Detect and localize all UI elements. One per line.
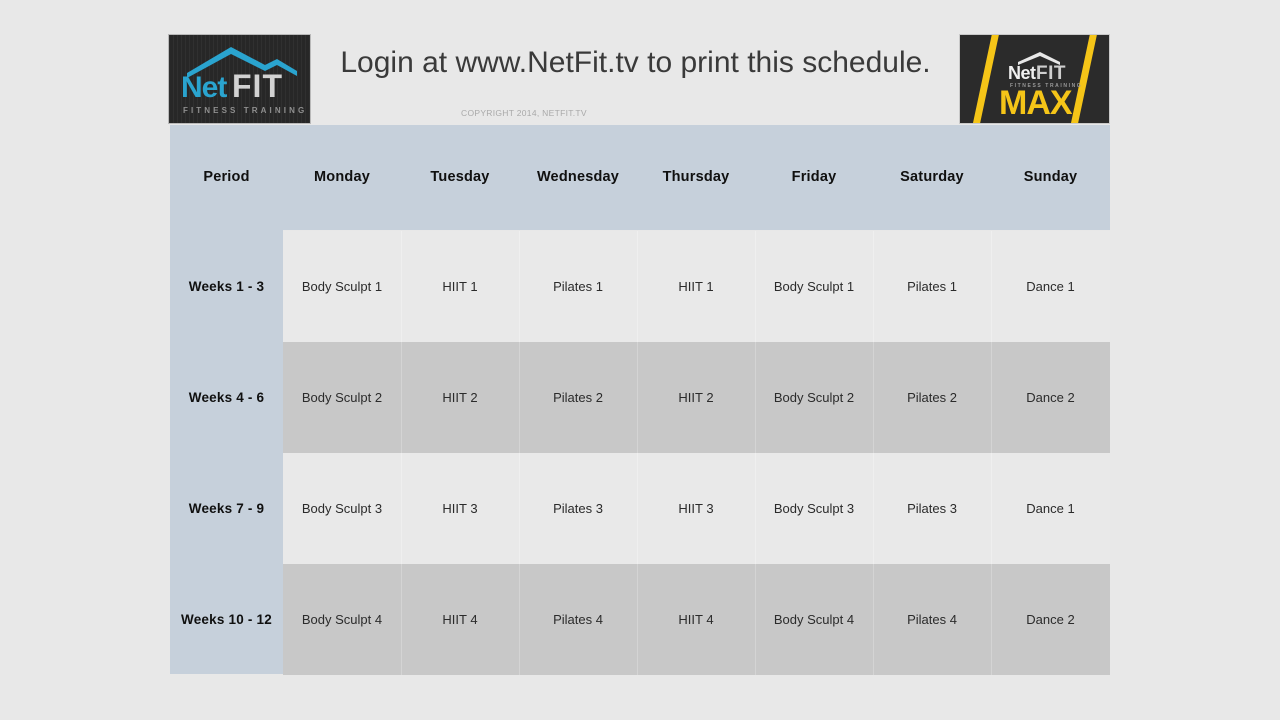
column-header-thursday: Thursday [662, 169, 730, 185]
headline-area: Login at www.NetFit.tv to print this sch… [313, 34, 958, 124]
page-title: Login at www.NetFit.tv to print this sch… [340, 46, 931, 79]
schedule-cell: HIIT 2 [678, 390, 714, 405]
schedule-cell: Body Sculpt 3 [301, 501, 383, 516]
svg-text:MAX: MAX [999, 84, 1073, 122]
column-header-friday: Friday [791, 169, 837, 185]
column-header-saturday: Saturday [900, 169, 964, 185]
schedule-cell: Body Sculpt 4 [301, 612, 383, 627]
column-header-monday: Monday [314, 169, 370, 185]
schedule-cell: HIIT 1 [442, 279, 478, 294]
schedule-cell: Body Sculpt 1 [773, 279, 855, 294]
schedule-cell: Pilates 2 [907, 390, 957, 405]
column-header-sunday: Sunday [1023, 169, 1078, 185]
schedule-cell: Body Sculpt 2 [301, 390, 383, 405]
netfit-logo-graphic: Net FIT FITNESS TRAINING [181, 47, 307, 115]
workout-schedule-table: Period Monday Tuesday Wednesday Thursday… [170, 125, 1110, 675]
max-logo-graphic: Net FIT FITNESS TRAINING MAX [960, 35, 1109, 123]
schedule-cell: HIIT 2 [442, 390, 478, 405]
period-label: Weeks 7 - 9 [188, 501, 265, 516]
svg-text:Net: Net [181, 71, 227, 104]
schedule-cell: Dance 1 [1026, 501, 1075, 516]
schedule-cell: Pilates 3 [553, 501, 603, 516]
schedule-cell: Pilates 3 [907, 501, 957, 516]
svg-text:FIT: FIT [1036, 63, 1066, 84]
schedule-cell: Pilates 4 [553, 612, 603, 627]
period-label: Weeks 10 - 12 [181, 612, 272, 627]
column-header-wednesday: Wednesday [536, 169, 620, 185]
schedule-cell: Pilates 1 [553, 279, 603, 294]
schedule-cell: Dance 1 [1026, 279, 1075, 294]
copyright-notice: COPYRIGHT 2014, NETFIT.TV [461, 108, 587, 118]
netfit-max-logo: Net FIT FITNESS TRAINING MAX [959, 34, 1110, 124]
svg-text:FIT: FIT [232, 68, 283, 104]
schedule-cell: HIIT 4 [442, 612, 478, 627]
schedule-cell: Body Sculpt 2 [773, 390, 855, 405]
schedule-cell: HIIT 3 [678, 501, 714, 516]
svg-text:FITNESS TRAINING: FITNESS TRAINING [183, 106, 307, 115]
column-header-tuesday: Tuesday [430, 169, 490, 185]
schedule-cell: Body Sculpt 3 [773, 501, 855, 516]
schedule-cell: HIIT 4 [678, 612, 714, 627]
schedule-cell: HIIT 3 [442, 501, 478, 516]
schedule-cell: HIIT 1 [678, 279, 714, 294]
schedule-cell: Body Sculpt 4 [773, 612, 855, 627]
schedule-cell: Dance 2 [1026, 612, 1075, 627]
schedule-cell: Pilates 1 [907, 279, 957, 294]
schedule-cell: Body Sculpt 1 [301, 279, 383, 294]
period-label: Weeks 4 - 6 [188, 390, 265, 405]
period-label: Weeks 1 - 3 [188, 279, 265, 294]
schedule-cell: Pilates 4 [907, 612, 957, 627]
page-header: Net FIT FITNESS TRAINING Login at www.Ne… [168, 34, 1110, 124]
netfit-logo: Net FIT FITNESS TRAINING [168, 34, 311, 124]
schedule-page: Net FIT FITNESS TRAINING Login at www.Ne… [0, 0, 1280, 720]
svg-text:Net: Net [1008, 63, 1036, 83]
schedule-cell: Dance 2 [1026, 390, 1075, 405]
schedule-cell: Pilates 2 [553, 390, 603, 405]
column-header-period: Period [203, 169, 250, 185]
